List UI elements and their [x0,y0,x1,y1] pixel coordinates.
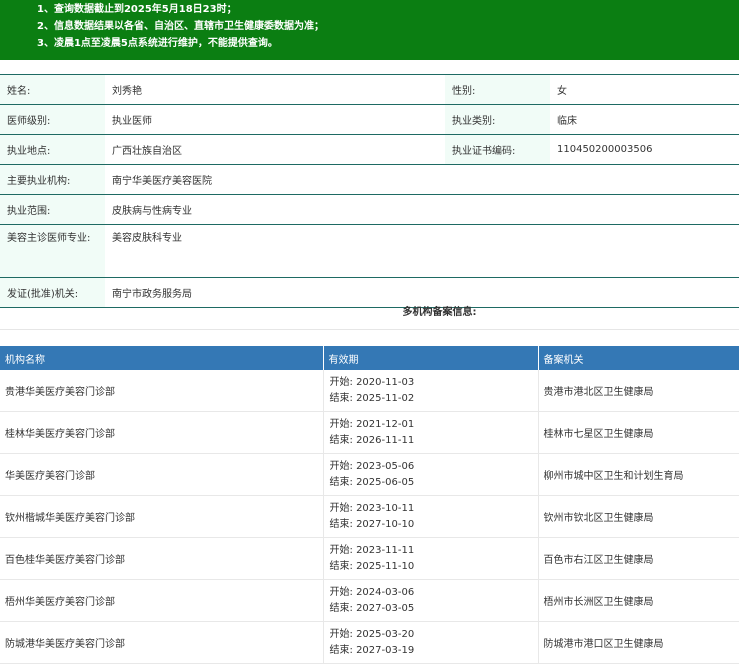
org-name: 贵港华美医疗美容门诊部 [0,370,324,412]
table-row: 华美医疗美容门诊部 开始: 2023-05-06 结束: 2025-06-05 … [0,453,739,496]
end-date: 2026-11-11 [356,434,415,446]
category-label: 执业类别: [445,104,550,135]
start-prefix: 开始: [329,544,353,556]
period-start: 开始: 2023-10-11 [330,501,538,517]
table-row: 钦州楷城华美医疗美容门诊部 开始: 2023-10-11 结束: 2027-10… [0,495,739,538]
start-date: 2024-03-06 [356,586,415,598]
start-prefix: 开始: [329,628,353,640]
org-authority: 钦州市钦北区卫生健康局 [538,495,739,538]
notice-line: 2、信息数据结果以各省、自治区、直辖市卫生健康委数据为准； [37,21,324,32]
period-start: 开始: 2023-05-06 [330,459,538,475]
start-prefix: 开始: [329,376,353,388]
org-period: 开始: 2024-03-06 结束: 2027-03-05 [323,579,539,622]
org-period: 开始: 2023-11-11 结束: 2025-11-10 [323,537,539,580]
start-date: 2021-12-01 [356,418,415,430]
scope-value: 皮肤病与性病专业 [105,194,739,225]
period-start: 开始: 2023-11-11 [330,543,538,559]
period-end: 结束: 2027-03-05 [330,601,538,617]
org-authority: 梧州市长洲区卫生健康局 [538,579,739,622]
org-period: 开始: 2021-12-01 结束: 2026-11-11 [323,411,539,454]
org-period: 开始: 2023-10-11 结束: 2027-10-10 [323,495,539,538]
column-header-name: 机构名称 [0,346,324,370]
org-name: 梧州华美医疗美容门诊部 [0,579,324,622]
table-header-row: 机构名称 有效期 备案机关 [0,346,739,370]
level-label: 医师级别: [0,104,105,135]
org-name: 百色桂华美医疗美容门诊部 [0,537,324,580]
end-prefix: 结束: [329,560,353,572]
column-header-authority: 备案机关 [538,346,739,370]
org-name: 桂林华美医疗美容门诊部 [0,411,324,454]
notice-banner: 1、查询数据截止到2025年5月18日23时； 2、信息数据结果以各省、自治区、… [0,0,739,60]
org-period: 开始: 2023-05-06 结束: 2025-06-05 [323,453,539,496]
org-period: 开始: 2025-03-20 结束: 2027-03-19 [323,621,539,664]
period-end: 结束: 2025-06-05 [330,475,538,491]
multi-institution-title: 多机构备案信息: [0,300,739,330]
start-date: 2020-11-03 [356,376,415,388]
location-label: 执业地点: [0,134,105,165]
org-authority: 百色市右江区卫生健康局 [538,537,739,580]
end-date: 2027-03-05 [356,602,415,614]
end-prefix: 结束: [329,644,353,656]
org-name: 防城港华美医疗美容门诊部 [0,621,324,664]
doctor-info-table: 姓名: 刘秀艳 性别: 女 医师级别: 执业医师 执业类别: 临床 执业地点: … [0,74,739,308]
period-start: 开始: 2021-12-01 [330,417,538,433]
end-prefix: 结束: [329,392,353,404]
period-end: 结束: 2025-11-02 [330,391,538,407]
start-date: 2025-03-20 [356,628,415,640]
table-row: 桂林华美医疗美容门诊部 开始: 2021-12-01 结束: 2026-11-1… [0,411,739,454]
period-end: 结束: 2025-11-10 [330,559,538,575]
location-value: 广西壮族自治区 [105,134,445,165]
end-prefix: 结束: [329,434,353,446]
name-label: 姓名: [0,74,105,105]
period-end: 结束: 2027-10-10 [330,517,538,533]
cosmetic-value: 美容皮肤科专业 [105,224,739,278]
cert-label: 执业证书编码: [445,134,550,165]
table-row: 梧州华美医疗美容门诊部 开始: 2024-03-06 结束: 2027-03-0… [0,579,739,622]
org-name: 华美医疗美容门诊部 [0,453,324,496]
period-start: 开始: 2020-11-03 [330,375,538,391]
start-date: 2023-11-11 [356,544,415,556]
level-value: 执业医师 [105,104,445,135]
start-date: 2023-05-06 [356,460,415,472]
start-prefix: 开始: [329,418,353,430]
notice-line: 3、凌晨1点至凌晨5点系统进行维护，不能提供查询。 [37,38,278,49]
start-prefix: 开始: [329,586,353,598]
start-prefix: 开始: [329,460,353,472]
end-date: 2027-03-19 [356,644,415,656]
start-prefix: 开始: [329,502,353,514]
scope-label: 执业范围: [0,194,105,225]
name-value: 刘秀艳 [105,74,445,105]
table-row: 防城港华美医疗美容门诊部 开始: 2025-03-20 结束: 2027-03-… [0,621,739,664]
institutions-table: 机构名称 有效期 备案机关 贵港华美医疗美容门诊部 开始: 2020-11-03… [0,346,739,664]
org-authority: 防城港市港口区卫生健康局 [538,621,739,664]
end-prefix: 结束: [329,602,353,614]
end-date: 2025-11-02 [356,392,415,404]
period-end: 结束: 2026-11-11 [330,433,538,449]
gender-label: 性别: [445,74,550,105]
table-row: 百色桂华美医疗美容门诊部 开始: 2023-11-11 结束: 2025-11-… [0,537,739,580]
category-value: 临床 [550,104,739,135]
org-period: 开始: 2020-11-03 结束: 2025-11-02 [323,370,539,412]
period-start: 开始: 2025-03-20 [330,627,538,643]
end-date: 2025-06-05 [356,476,415,488]
cosmetic-label: 美容主诊医师专业: [0,224,105,278]
institution-label: 主要执业机构: [0,164,105,195]
notice-line: 1、查询数据截止到2025年5月18日23时； [37,4,237,15]
cert-value: 110450200003506 [550,134,739,165]
org-authority: 柳州市城中区卫生和计划生育局 [538,453,739,496]
org-authority: 贵港市港北区卫生健康局 [538,370,739,412]
table-row: 贵港华美医疗美容门诊部 开始: 2020-11-03 结束: 2025-11-0… [0,370,739,412]
start-date: 2023-10-11 [356,502,415,514]
end-date: 2025-11-10 [356,560,415,572]
column-header-period: 有效期 [323,346,539,370]
period-end: 结束: 2027-03-19 [330,643,538,659]
org-name: 钦州楷城华美医疗美容门诊部 [0,495,324,538]
end-date: 2027-10-10 [356,518,415,530]
org-authority: 桂林市七星区卫生健康局 [538,411,739,454]
end-prefix: 结束: [329,476,353,488]
gender-value: 女 [550,74,739,105]
end-prefix: 结束: [329,518,353,530]
institution-value: 南宁华美医疗美容医院 [105,164,739,195]
period-start: 开始: 2024-03-06 [330,585,538,601]
